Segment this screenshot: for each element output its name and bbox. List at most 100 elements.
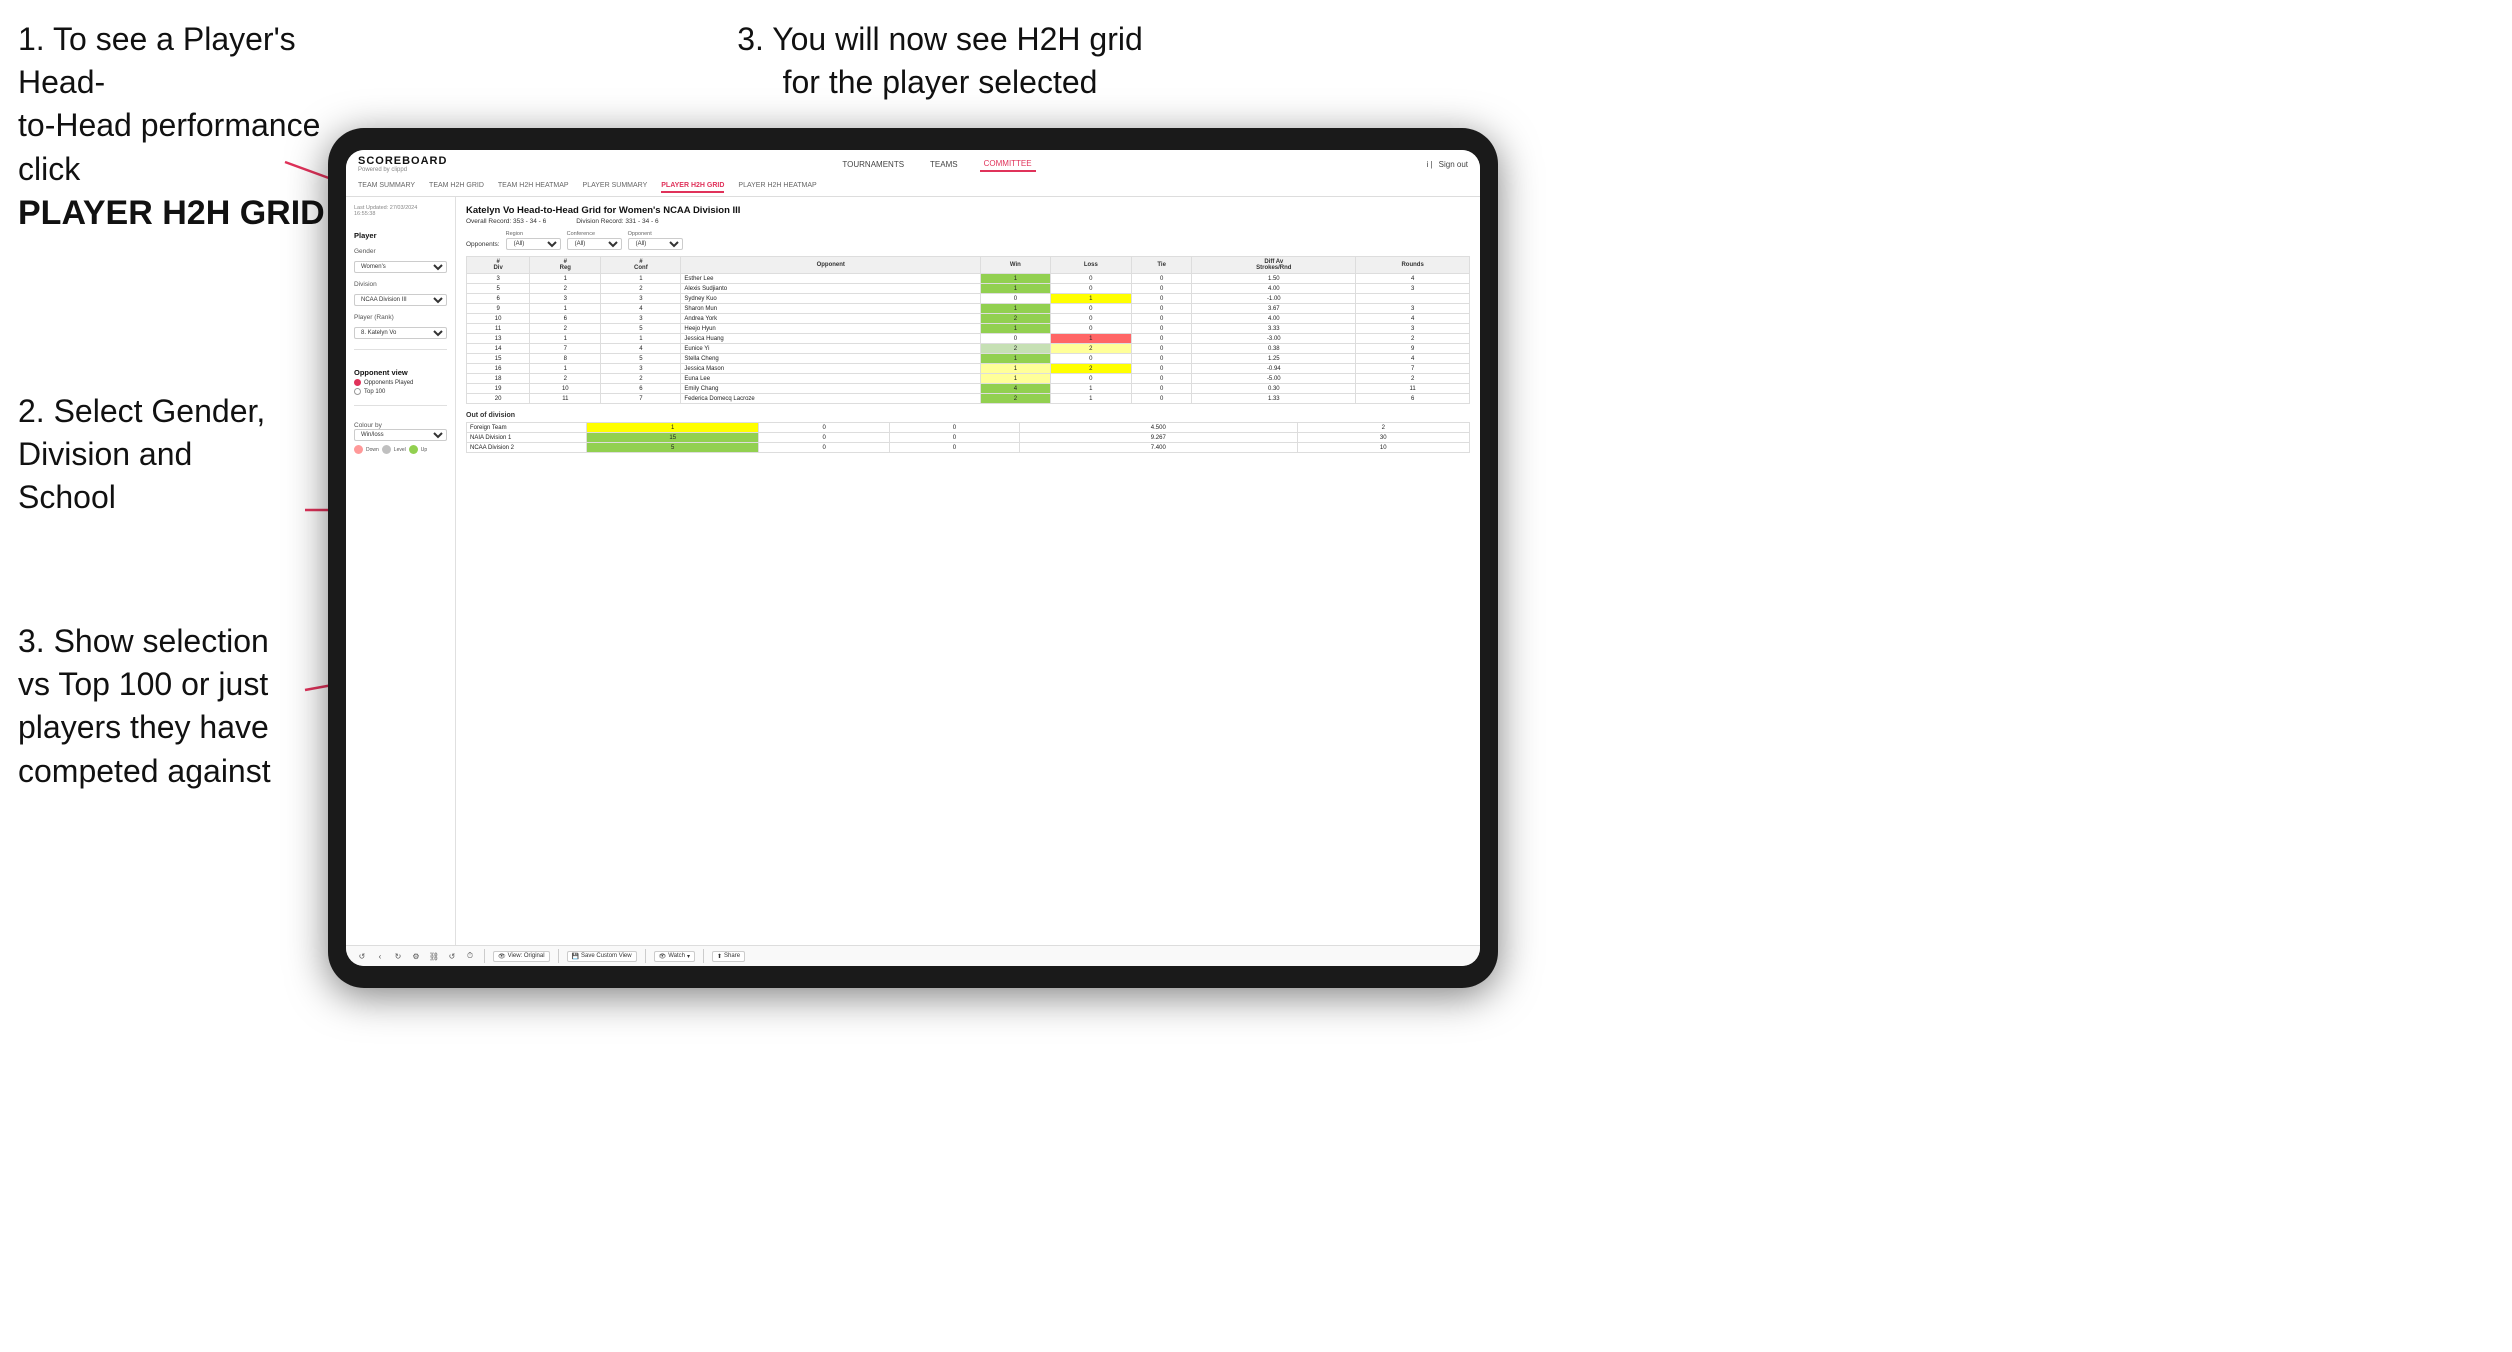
sidebar-divider2 [354, 405, 447, 406]
legend-level-dot [382, 445, 391, 454]
col-rounds: Rounds [1356, 257, 1470, 274]
tablet-screen: SCOREBOARD Powered by clippd TOURNAMENTS… [346, 150, 1480, 966]
grid-title: Katelyn Vo Head-to-Head Grid for Women's… [466, 205, 1470, 216]
nav-link-committee[interactable]: COMMITTEE [980, 157, 1036, 172]
col-loss: Loss [1050, 257, 1131, 274]
filter-conference-label: Conference [567, 231, 622, 237]
sub-nav-team-h2h[interactable]: TEAM H2H GRID [429, 180, 484, 193]
toolbar-sep1 [484, 949, 485, 963]
col-reg: #Reg [530, 257, 601, 274]
radio-dot-top100 [354, 388, 361, 395]
instruction-mid-line1: 2. Select Gender, [18, 393, 265, 429]
table-row: 5 2 2 Alexis Sudjianto 1 0 0 4.00 3 [467, 284, 1470, 294]
refresh-icon[interactable]: ↺ [446, 950, 458, 962]
overall-record: Overall Record: 353 - 34 - 6 [466, 218, 546, 225]
colour-by-select[interactable]: Win/loss [354, 429, 447, 441]
table-row: 9 1 4 Sharon Mun 1 0 0 3.67 3 [467, 304, 1470, 314]
sub-nav-player-h2h[interactable]: PLAYER H2H GRID [661, 180, 724, 193]
settings-icon[interactable]: ⚙ [410, 950, 422, 962]
filter-conference-group: Conference (All) [567, 231, 622, 250]
clock-icon[interactable]: ⏱ [464, 950, 476, 962]
toolbar-sep3 [645, 949, 646, 963]
grid-records: Overall Record: 353 - 34 - 6 Division Re… [466, 218, 1470, 225]
main-content: Last Updated: 27/03/2024 16:55:38 Player… [346, 197, 1480, 945]
table-row: 16 1 3 Jessica Mason 1 2 0 -0.94 7 [467, 364, 1470, 374]
colour-by-section: Colour by Win/loss Down Level Up [354, 420, 447, 454]
sidebar-player-label: Player [354, 231, 447, 240]
instruction-bottom-left: 3. Show selectionvs Top 100 or justplaye… [18, 620, 308, 793]
filters-row: Opponents: Region (All) Conference (All) [466, 231, 1470, 250]
tablet-frame: SCOREBOARD Powered by clippd TOURNAMENTS… [328, 128, 1498, 988]
table-row: 11 2 5 Heejo Hyun 1 0 0 3.33 3 [467, 324, 1470, 334]
watch-btn[interactable]: 👁 Watch ▾ [654, 951, 695, 962]
col-diff: Diff AvStrokes/Rnd [1192, 257, 1356, 274]
legend-down-label: Down [366, 447, 379, 453]
instruction-mid-left: 2. Select Gender, Division and School [18, 390, 308, 520]
table-row: 18 2 2 Euna Lee 1 0 0 -5.00 2 [467, 374, 1470, 384]
sub-nav-player-heatmap[interactable]: PLAYER H2H HEATMAP [738, 180, 816, 193]
instruction-line2: to-Head performance click [18, 107, 320, 186]
toolbar-sep4 [703, 949, 704, 963]
table-row: 13 1 1 Jessica Huang 0 1 0 -3.00 2 [467, 334, 1470, 344]
filter-opponent-select[interactable]: (All) [628, 238, 683, 250]
legend-up-label: Up [421, 447, 427, 453]
opponents-label: Opponents: [466, 241, 500, 250]
filter-opponent-label: Opponent [628, 231, 683, 237]
chain-icon[interactable]: ⛓ [428, 950, 440, 962]
radio-top-100[interactable]: Top 100 [354, 388, 447, 395]
sidebar-gender-select[interactable]: Women's Men's [354, 261, 447, 273]
instruction-bold: PLAYER H2H GRID [18, 194, 325, 232]
undo-icon[interactable]: ↺ [356, 950, 368, 962]
filter-region-select[interactable]: (All) [506, 238, 561, 250]
nav-link-tournaments[interactable]: TOURNAMENTS [838, 158, 908, 171]
division-record: Division Record: 331 - 34 - 6 [576, 218, 658, 225]
out-of-division-title: Out of division [466, 412, 1470, 419]
filter-opponent-group: Opponent (All) [628, 231, 683, 250]
save-custom-view-btn[interactable]: 💾 Save Custom View [567, 951, 637, 962]
filter-region-group: Region (All) [506, 231, 561, 250]
table-row: 14 7 4 Eunice Yi 2 2 0 0.38 9 [467, 344, 1470, 354]
sidebar-division-select[interactable]: NCAA Division III NCAA Division I NCAA D… [354, 294, 447, 306]
sub-nav-team-summary[interactable]: TEAM SUMMARY [358, 180, 415, 193]
sub-nav-player-summary[interactable]: PLAYER SUMMARY [583, 180, 648, 193]
filter-conference-select[interactable]: (All) [567, 238, 622, 250]
colour-by-label: Colour by [354, 422, 447, 429]
instruction-line1: 1. To see a Player's Head- [18, 21, 296, 100]
filter-region-label: Region [506, 231, 561, 237]
nav-link-teams[interactable]: TEAMS [926, 158, 962, 171]
col-conf: #Conf [601, 257, 681, 274]
h2h-table: #Div #Reg #Conf Opponent Win Loss Tie Di… [466, 256, 1470, 404]
radio-dot-opponents [354, 379, 361, 386]
sub-nav-team-heatmap[interactable]: TEAM H2H HEATMAP [498, 180, 569, 193]
share-btn[interactable]: ⬆ Share [712, 951, 745, 962]
back-icon[interactable]: ‹ [374, 950, 386, 962]
instruction-top-right: 3. You will now see H2H gridfor the play… [730, 18, 1150, 104]
table-row: 3 1 1 Esther Lee 1 0 0 1.50 4 [467, 274, 1470, 284]
instruction-mid-line2: Division and [18, 436, 192, 472]
grid-area: Katelyn Vo Head-to-Head Grid for Women's… [456, 197, 1480, 945]
col-div: #Div [467, 257, 530, 274]
sign-out-link[interactable]: Sign out [1439, 160, 1468, 169]
col-tie: Tie [1132, 257, 1192, 274]
redo-icon[interactable]: ↻ [392, 950, 404, 962]
sidebar-gender-label: Gender [354, 248, 447, 255]
sub-nav: TEAM SUMMARY TEAM H2H GRID TEAM H2H HEAT… [358, 177, 1468, 196]
table-row: 10 6 3 Andrea York 2 0 0 4.00 4 [467, 314, 1470, 324]
out-of-division-table: Foreign Team 1 0 0 4.500 2 NAIA Division… [466, 422, 1470, 453]
radio-group: Opponents Played Top 100 [354, 379, 447, 395]
table-row: Foreign Team 1 0 0 4.500 2 [467, 423, 1470, 433]
sidebar-timestamp: Last Updated: 27/03/2024 16:55:38 [354, 205, 447, 217]
sidebar-player-rank-select[interactable]: 8. Katelyn Vo [354, 327, 447, 339]
radio-opponents-played[interactable]: Opponents Played [354, 379, 447, 386]
instruction-mid-line3: School [18, 479, 116, 515]
legend-up-dot [409, 445, 418, 454]
sidebar-player-rank-label: Player (Rank) [354, 314, 447, 321]
table-row: 6 3 3 Sydney Kuo 0 1 0 -1.00 [467, 294, 1470, 304]
colour-legend: Down Level Up [354, 445, 447, 454]
col-win: Win [981, 257, 1051, 274]
bottom-toolbar: ↺ ‹ ↻ ⚙ ⛓ ↺ ⏱ 👁 View: Original 💾 Save Cu… [346, 945, 1480, 966]
logo-area: SCOREBOARD Powered by clippd [358, 155, 447, 173]
view-original-btn[interactable]: 👁 View: Original [493, 951, 550, 962]
sidebar: Last Updated: 27/03/2024 16:55:38 Player… [346, 197, 456, 945]
table-row: 19 10 6 Emily Chang 4 1 0 0.30 11 [467, 384, 1470, 394]
